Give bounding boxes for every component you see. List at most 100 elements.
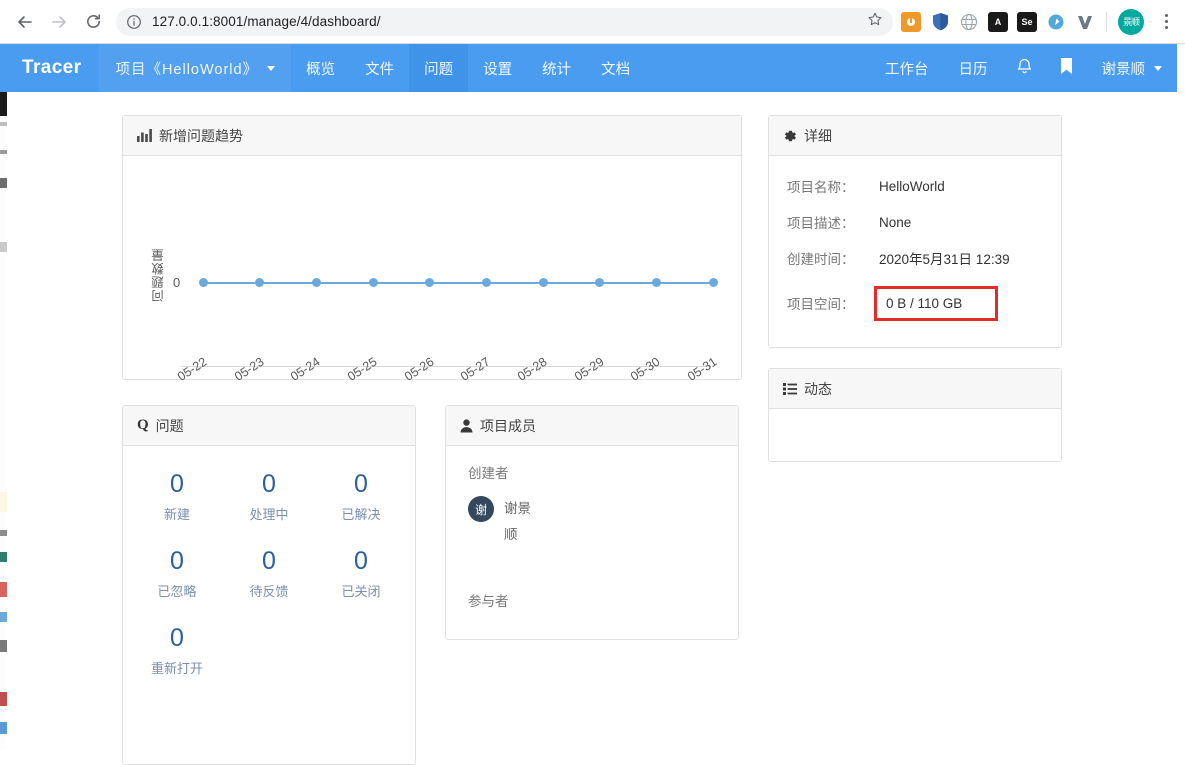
issue-stat-label: 处理中 [249,507,289,522]
bookmarks-button[interactable] [1046,44,1087,92]
members-card-body: 创建者 谢 谢景顺 参与者 [446,462,738,610]
trend-chart-header: 新增问题趋势 [123,116,741,156]
creator-section-label: 创建者 [468,466,509,481]
reload-button[interactable] [78,7,108,37]
chart-point-05-26[interactable] [425,278,435,287]
notifications-button[interactable] [1003,44,1046,92]
reload-icon [84,12,103,31]
issue-stats-grid: 0 新建 0 处理中 0 已解决 0 已忽略 0 待反馈 0 已关闭 0 重新打开 [123,446,415,677]
chart-series-line [203,282,713,285]
kebab-menu-icon[interactable] [1155,14,1177,29]
chart-x-label-05-24: 05-24 [288,354,323,384]
issue-stat-label: 已忽略 [157,584,197,599]
detail-value-project-desc: None [879,214,912,230]
issue-stat-value: 0 [170,624,184,652]
chart-point-05-29[interactable] [595,278,605,287]
issue-stat-value: 0 [262,470,276,498]
issue-stat-1[interactable]: 0 处理中 [223,468,315,523]
nav-item-overview[interactable]: 概览 [291,44,350,92]
extension-globe-icon[interactable] [959,12,979,32]
issue-stat-6[interactable]: 0 重新打开 [131,622,223,677]
extension-selenium-icon[interactable]: Se [1017,11,1037,32]
list-icon [783,382,797,395]
chart-x-label-05-23: 05-23 [231,354,267,384]
chart-point-05-31[interactable] [708,278,718,287]
nav-item-files[interactable]: 文件 [350,44,409,92]
chart-x-label-05-28: 05-28 [515,354,550,384]
extension-postman-icon[interactable] [1046,12,1066,32]
avatar: 谢 [468,496,494,522]
chart-point-05-25[interactable] [368,278,378,287]
activity-card-header: 动态 [769,369,1061,409]
gear-icon [783,129,797,143]
issue-stat-label: 已解决 [341,507,381,522]
members-card: 项目成员 创建者 谢 谢景顺 参与者 [445,405,739,640]
nav-item-statistics[interactable]: 统计 [527,44,586,92]
nav-item-workbench[interactable]: 工作台 [870,44,944,92]
issue-stat-label: 重新打开 [150,661,203,676]
issue-stat-value: 0 [262,547,276,575]
chart-point-05-27[interactable] [481,278,491,287]
detail-card: 详细 项目名称： HelloWorld 项目描述： None 创建时间： 202… [768,115,1062,348]
detail-key: 项目名称： [787,180,855,195]
issue-stat-label: 待反馈 [249,584,289,599]
detail-value-project-space: 0 B / 110 GB [874,285,998,321]
brand-logo[interactable]: Tracer [0,44,99,92]
detail-value-project-name: HelloWorld [879,178,945,194]
issue-stat-5[interactable]: 0 已关闭 [315,545,407,600]
bookmark-star-icon[interactable] [867,11,883,32]
address-bar[interactable]: 127.0.0.1:8001/manage/4/dashboard/ [116,7,893,36]
chart-point-05-22[interactable] [198,278,208,287]
info-circle-icon[interactable] [126,14,142,30]
forward-arrow-icon [49,12,69,32]
chrome-profile-avatar[interactable]: 景顺 [1118,8,1144,35]
issue-stat-value: 0 [354,470,368,498]
issue-stat-4[interactable]: 0 待反馈 [223,545,315,600]
nav-item-settings[interactable]: 设置 [468,44,527,92]
chart-point-05-30[interactable] [651,278,661,287]
issue-stat-value: 0 [354,547,368,575]
issue-stat-2[interactable]: 0 已解决 [315,468,407,523]
chart-point-05-28[interactable] [538,278,548,287]
issues-card-title: 问题 [155,417,184,434]
nav-item-calendar[interactable]: 日历 [944,44,1003,92]
dashboard-page: 新增问题趋势 问题数量 0 05-22 05-23 05-24 05-25 05-26 0… [0,92,1185,765]
url-text: 127.0.0.1:8001/manage/4/dashboard/ [152,14,381,29]
members-card-title: 项目成员 [480,417,536,434]
forward-button[interactable] [44,7,74,37]
chart-y-axis-label: 问题数量 [152,248,166,302]
bar-chart-icon [137,129,152,142]
extension-icons: A Se 景顺 [901,8,1185,35]
activity-card-body [769,409,1061,433]
detail-row-project-desc: 项目描述： None [787,204,1043,240]
detail-row-created-time: 创建时间： 2020年5月31日 12:39 [787,240,1043,276]
back-button[interactable] [10,7,40,37]
issues-card-header: Q 问题 [123,406,415,446]
chart-x-label-05-31: 05-31 [685,354,720,384]
extension-orange-icon[interactable] [901,11,921,32]
bookmark-flag-icon [1059,57,1074,80]
extension-shield-icon[interactable] [930,12,950,32]
issue-stat-3[interactable]: 0 已忽略 [131,545,223,600]
extension-label: A [994,16,1002,27]
user-icon [460,418,473,433]
detail-row-project-name: 项目名称： HelloWorld [787,168,1043,204]
member-item-creator[interactable]: 谢 谢景顺 [468,496,738,548]
bell-icon [1016,57,1033,80]
line-chart[interactable]: 问题数量 0 05-22 05-23 05-24 05-25 05-26 05-27 05-… [123,156,741,384]
app-navbar: Tracer 项目《HelloWorld》 概览 文件 问题 设置 统计 文档 … [0,44,1177,92]
issue-stat-label: 已关闭 [341,584,381,599]
chart-x-label-05-30: 05-30 [628,354,663,384]
user-menu[interactable]: 谢景顺 [1087,44,1178,92]
issue-stat-value: 0 [170,470,184,498]
nav-item-issues[interactable]: 问题 [409,44,469,92]
extension-dark-a-icon[interactable]: A [988,11,1008,32]
chart-x-label-05-29: 05-29 [571,354,607,384]
chart-x-label-05-25: 05-25 [345,354,380,384]
nav-item-docs[interactable]: 文档 [586,44,645,92]
issue-stat-0[interactable]: 0 新建 [131,468,223,523]
project-selector[interactable]: 项目《HelloWorld》 [99,44,292,92]
chart-point-05-23[interactable] [255,278,265,287]
extension-v-icon[interactable] [1075,12,1095,32]
chart-point-05-24[interactable] [311,278,321,287]
